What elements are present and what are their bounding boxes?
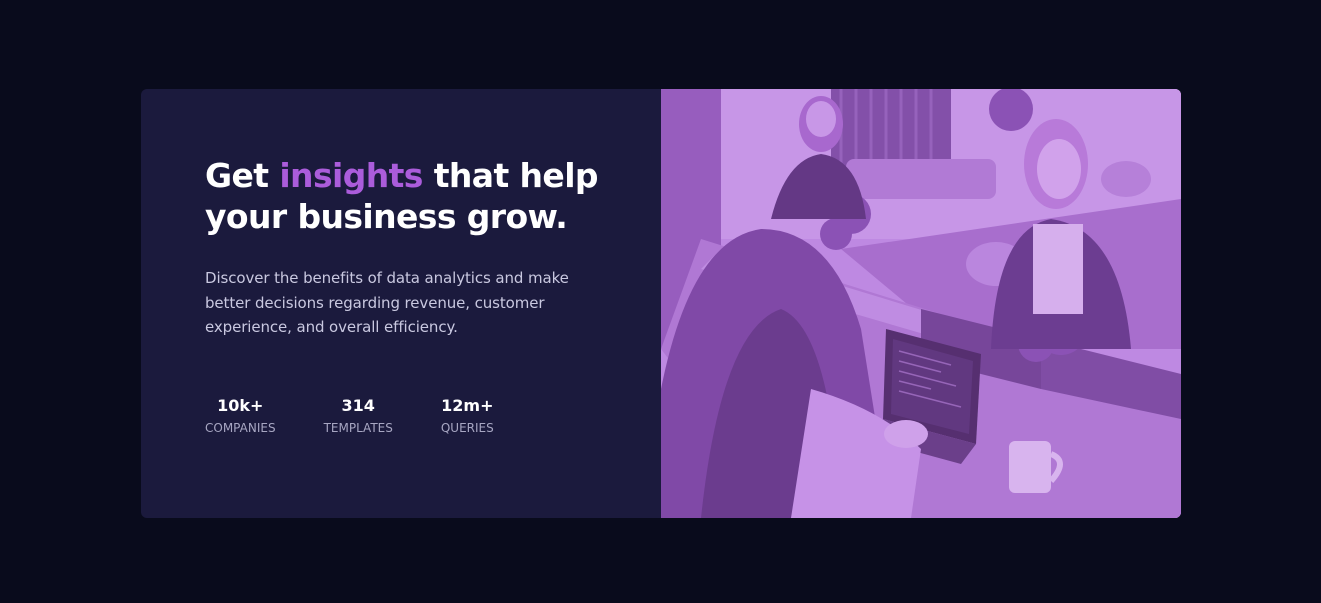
stats-row: 10k+ COMPANIES 314 TEMPLATES 12m+ QUERIE… xyxy=(205,395,542,436)
stat-value: 12m+ xyxy=(441,396,494,415)
office-team-photo xyxy=(661,89,1181,518)
stat-label: TEMPLATES xyxy=(323,421,393,435)
hero-text-panel: Get insights that help your business gro… xyxy=(141,89,661,518)
headline-text-start: Get xyxy=(205,156,280,195)
stat-value: 314 xyxy=(341,396,375,415)
hero-card: Get insights that help your business gro… xyxy=(141,89,1181,518)
stat-queries: 12m+ QUERIES xyxy=(441,395,494,436)
headline-accent-word: insights xyxy=(279,156,423,195)
hero-headline: Get insights that help your business gro… xyxy=(205,155,625,237)
stat-companies: 10k+ COMPANIES xyxy=(205,395,276,436)
hero-description: Discover the benefits of data analytics … xyxy=(205,269,569,336)
stat-value: 10k+ xyxy=(217,396,264,415)
hero-image xyxy=(661,89,1181,518)
stat-label: COMPANIES xyxy=(205,421,276,435)
stat-label: QUERIES xyxy=(440,421,494,435)
stat-templates: 314 TEMPLATES xyxy=(324,395,393,436)
